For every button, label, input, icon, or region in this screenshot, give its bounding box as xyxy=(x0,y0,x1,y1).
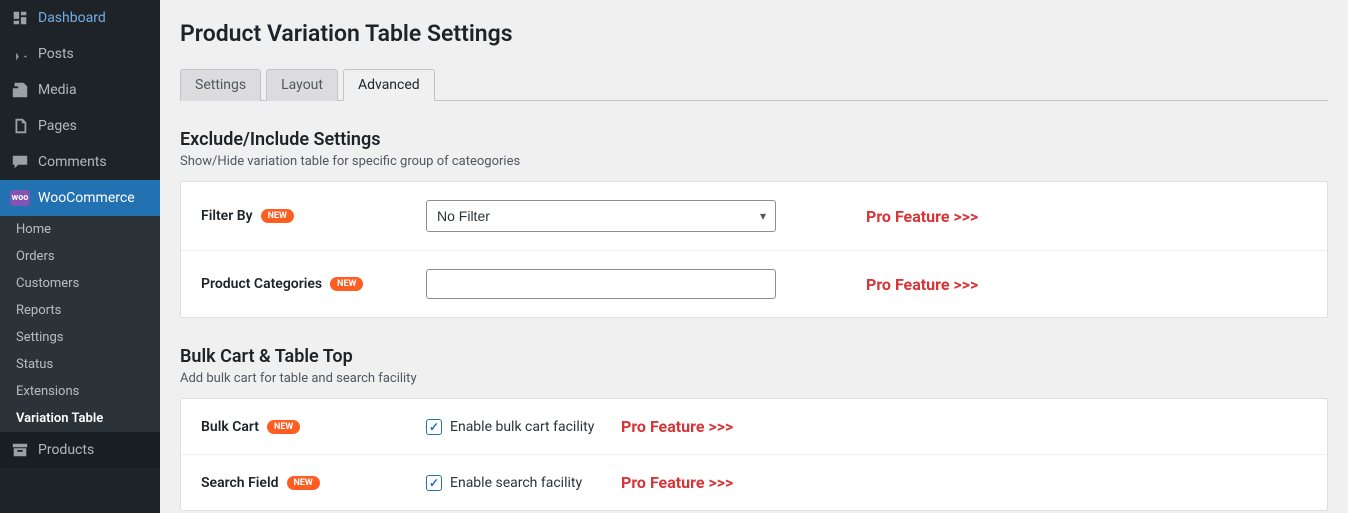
pin-icon xyxy=(10,44,30,64)
pro-feature-link[interactable]: Pro Feature >>> xyxy=(866,207,978,226)
archive-icon xyxy=(10,440,30,460)
search-field-checkbox[interactable]: ✓ Enable search facility xyxy=(426,475,601,491)
submenu-item-home[interactable]: Home xyxy=(0,216,160,243)
pro-feature-link[interactable]: Pro Feature >>> xyxy=(621,473,733,492)
submenu-item-extensions[interactable]: Extensions xyxy=(0,378,160,405)
section-title-exclude-include: Exclude/Include Settings xyxy=(180,129,1328,150)
section-desc-exclude-include: Show/Hide variation table for specific g… xyxy=(180,154,1328,169)
sidebar-item-woocommerce[interactable]: woo WooCommerce xyxy=(0,180,160,216)
new-badge: NEW xyxy=(267,420,300,434)
sidebar-item-pages[interactable]: Pages xyxy=(0,108,160,144)
row-filter-by: Filter By NEW No Filter ▾ Pro Feature >>… xyxy=(181,182,1327,251)
woo-submenu: Home Orders Customers Reports Settings S… xyxy=(0,216,160,432)
woo-icon: woo xyxy=(10,188,30,208)
sidebar-item-label: Comments xyxy=(38,154,107,170)
label-search-field: Search Field NEW xyxy=(201,475,426,491)
panel-exclude-include: Filter By NEW No Filter ▾ Pro Feature >>… xyxy=(180,181,1328,318)
label-bulk-cart: Bulk Cart NEW xyxy=(201,419,426,435)
sidebar-item-label: Posts xyxy=(38,46,74,62)
tab-advanced[interactable]: Advanced xyxy=(343,69,435,101)
admin-sidebar: Dashboard Posts Media Pages Comments woo… xyxy=(0,0,160,513)
checkbox-checked-icon: ✓ xyxy=(426,419,442,435)
main-content: Product Variation Table Settings Setting… xyxy=(160,0,1348,513)
row-bulk-cart: Bulk Cart NEW ✓ Enable bulk cart facilit… xyxy=(181,399,1327,455)
sidebar-item-label: Pages xyxy=(38,118,77,134)
checkbox-label: Enable bulk cart facility xyxy=(450,419,594,435)
sidebar-item-posts[interactable]: Posts xyxy=(0,36,160,72)
panel-bulk-cart: Bulk Cart NEW ✓ Enable bulk cart facilit… xyxy=(180,398,1328,511)
sidebar-item-products[interactable]: Products xyxy=(0,432,160,468)
pro-feature-link[interactable]: Pro Feature >>> xyxy=(621,417,733,436)
submenu-item-customers[interactable]: Customers xyxy=(0,270,160,297)
row-search-field: Search Field NEW ✓ Enable search facilit… xyxy=(181,455,1327,510)
media-icon xyxy=(10,80,30,100)
submenu-item-status[interactable]: Status xyxy=(0,351,160,378)
pages-icon xyxy=(10,116,30,136)
new-badge: NEW xyxy=(287,476,320,490)
checkbox-checked-icon: ✓ xyxy=(426,475,442,491)
checkbox-label: Enable search facility xyxy=(450,475,582,491)
row-product-categories: Product Categories NEW Pro Feature >>> xyxy=(181,251,1327,317)
sidebar-item-media[interactable]: Media xyxy=(0,72,160,108)
tabs-bar: Settings Layout Advanced xyxy=(180,67,1328,101)
section-desc-bulk-cart: Add bulk cart for table and search facil… xyxy=(180,371,1328,386)
sidebar-item-comments[interactable]: Comments xyxy=(0,144,160,180)
comment-icon xyxy=(10,152,30,172)
sidebar-item-label: Media xyxy=(38,82,77,98)
sidebar-item-label: Products xyxy=(38,442,94,458)
new-badge: NEW xyxy=(261,209,294,223)
label-product-categories: Product Categories NEW xyxy=(201,276,426,292)
tab-layout[interactable]: Layout xyxy=(266,69,338,101)
sidebar-item-label: Dashboard xyxy=(38,10,106,26)
page-title: Product Variation Table Settings xyxy=(180,20,1328,47)
submenu-item-settings[interactable]: Settings xyxy=(0,324,160,351)
submenu-item-variation-table[interactable]: Variation Table xyxy=(0,405,160,432)
pro-feature-link[interactable]: Pro Feature >>> xyxy=(866,275,978,294)
submenu-item-orders[interactable]: Orders xyxy=(0,243,160,270)
product-categories-input[interactable] xyxy=(426,269,776,299)
sidebar-item-dashboard[interactable]: Dashboard xyxy=(0,0,160,36)
dashboard-icon xyxy=(10,8,30,28)
new-badge: NEW xyxy=(330,277,363,291)
sidebar-item-label: WooCommerce xyxy=(38,190,135,206)
bulk-cart-checkbox[interactable]: ✓ Enable bulk cart facility xyxy=(426,419,601,435)
label-filter-by: Filter By NEW xyxy=(201,208,426,224)
section-title-bulk-cart: Bulk Cart & Table Top xyxy=(180,346,1328,367)
filter-by-select[interactable]: No Filter xyxy=(426,200,776,232)
tab-settings[interactable]: Settings xyxy=(180,69,261,101)
submenu-item-reports[interactable]: Reports xyxy=(0,297,160,324)
